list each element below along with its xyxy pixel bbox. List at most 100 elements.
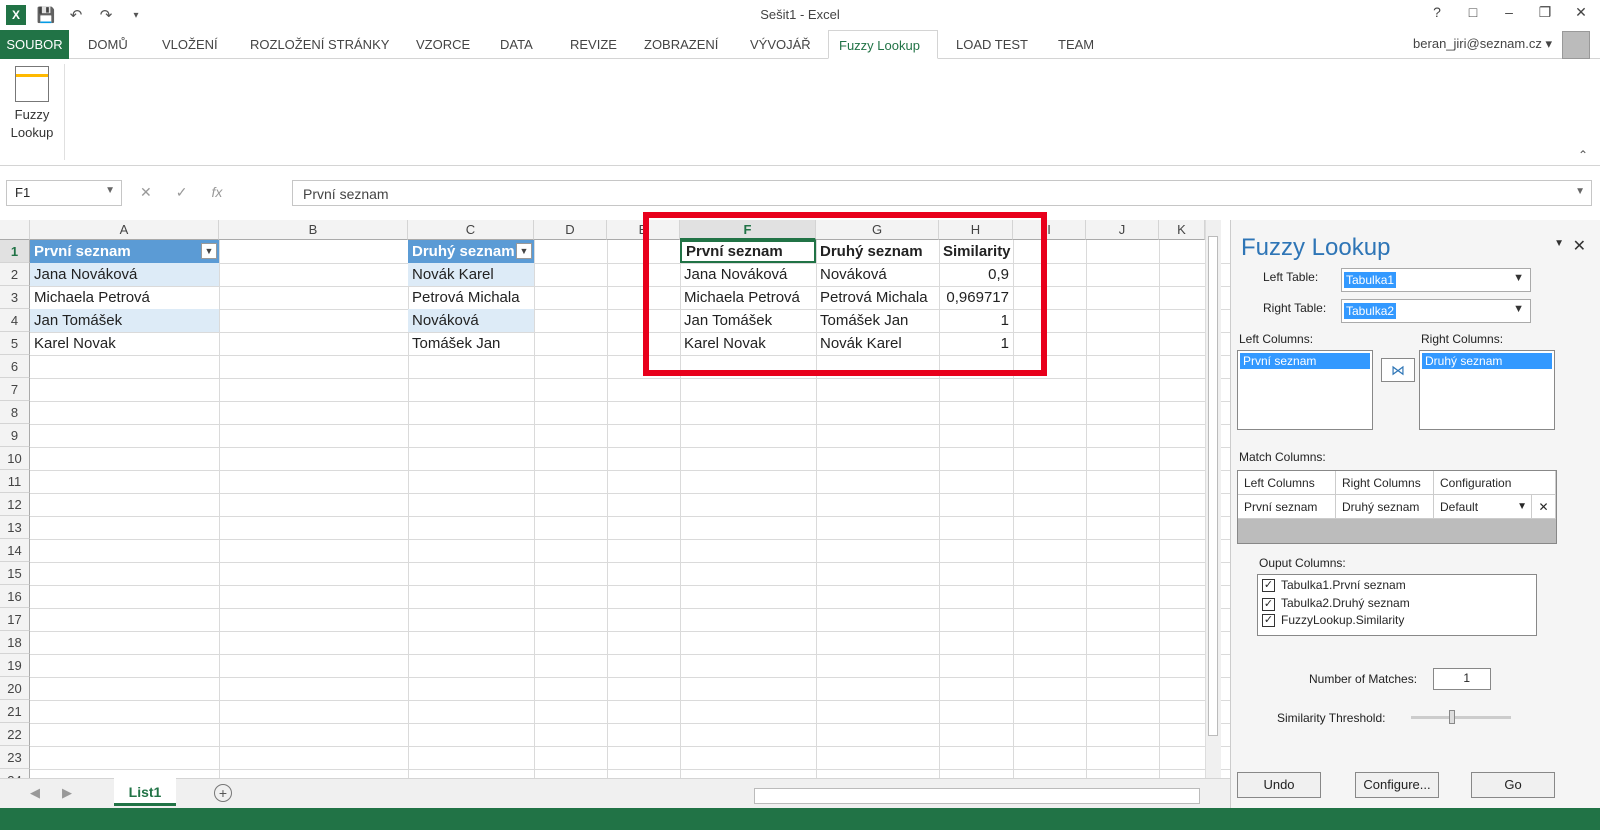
tab-vyvojar[interactable]: VÝVOJÁŘ (740, 30, 821, 59)
row-header[interactable]: 19 (0, 654, 30, 677)
pane-close-icon[interactable]: ✕ (1573, 236, 1586, 256)
table2-header[interactable]: Druhý seznam ▼ (408, 240, 534, 263)
row-header[interactable]: 23 (0, 746, 30, 769)
tab-fuzzy-lookup[interactable]: Fuzzy Lookup (828, 30, 938, 59)
avatar[interactable] (1562, 31, 1590, 59)
ribbon-display-icon[interactable]: □ (1464, 4, 1482, 21)
tab-rozlozeni[interactable]: ROZLOŽENÍ STRÁNKY (240, 30, 399, 59)
row-header[interactable]: 16 (0, 585, 30, 608)
tab-data[interactable]: DATA (490, 30, 543, 59)
cancel-icon[interactable]: ✕ (140, 184, 152, 201)
col-header[interactable]: D (534, 220, 607, 240)
select-all[interactable] (0, 220, 30, 240)
enter-icon[interactable]: ✓ (176, 184, 188, 201)
col-header[interactable]: E (607, 220, 680, 240)
col-header[interactable]: J (1086, 220, 1159, 240)
left-table-select[interactable]: Tabulka1 ▼ (1341, 268, 1531, 292)
worksheet-grid[interactable]: A B C D E F G H I J K 1 2 3 4 5 6 7 8 9 … (0, 220, 1232, 796)
result-header[interactable]: Druhý seznam (816, 240, 939, 263)
row-header[interactable]: 12 (0, 493, 30, 516)
output-columns-list[interactable]: ✓ Tabulka1.První seznam ✓ Tabulka2.Druhý s… (1257, 574, 1537, 636)
result-cell[interactable]: 1 (939, 309, 1013, 332)
threshold-slider-thumb[interactable] (1449, 710, 1455, 724)
row-header[interactable]: 1 (0, 240, 30, 263)
table2-cell[interactable]: Petrová Michala (408, 286, 534, 309)
tab-soubor[interactable]: SOUBOR (0, 30, 69, 59)
threshold-slider[interactable] (1411, 716, 1511, 719)
result-cell[interactable]: 0,969717 (939, 286, 1013, 309)
expand-formula-icon[interactable]: ▼ (1575, 186, 1585, 197)
col-header[interactable]: B (219, 220, 408, 240)
row-header[interactable]: 22 (0, 723, 30, 746)
checkbox-checked-icon[interactable]: ✓ (1262, 613, 1275, 627)
left-columns-item[interactable]: První seznam (1240, 353, 1370, 369)
right-columns-list[interactable]: Druhý seznam (1419, 350, 1555, 430)
row-header[interactable]: 6 (0, 355, 30, 378)
pane-options-icon[interactable]: ▼ (1554, 238, 1564, 249)
name-box[interactable]: F1 ▼ (6, 180, 122, 206)
insert-function-icon[interactable]: fx (211, 184, 222, 201)
table1-cell[interactable]: Jana Nováková (30, 263, 219, 286)
result-cell[interactable]: Michaela Petrová (680, 286, 816, 309)
checkbox-checked-icon[interactable]: ✓ (1262, 597, 1275, 611)
checkbox-checked-icon[interactable]: ✓ (1262, 579, 1275, 593)
table2-cell[interactable]: Tomášek Jan (408, 332, 534, 355)
vertical-scroll-thumb[interactable] (1208, 236, 1218, 736)
row-header[interactable]: 5 (0, 332, 30, 355)
result-cell[interactable]: Jana Nováková (680, 263, 816, 286)
help-icon[interactable]: ? (1428, 4, 1446, 21)
col-header[interactable]: H (939, 220, 1013, 240)
formula-input[interactable]: První seznam ▼ (292, 180, 1592, 206)
minimize-icon[interactable]: – (1500, 4, 1518, 21)
filter-dropdown-icon[interactable]: ▼ (516, 243, 532, 259)
tab-revize[interactable]: REVIZE (560, 30, 627, 59)
row-header[interactable]: 3 (0, 286, 30, 309)
right-columns-item[interactable]: Druhý seznam (1422, 353, 1552, 369)
col-header[interactable]: F (680, 220, 816, 240)
col-header[interactable]: A (30, 220, 219, 240)
row-header[interactable]: 10 (0, 447, 30, 470)
result-cell[interactable]: Jan Tomášek (680, 309, 816, 332)
go-button[interactable]: Go (1471, 772, 1555, 798)
table2-cell[interactable]: Nováková (408, 309, 534, 332)
output-column-item[interactable]: ✓ Tabulka2.Druhý seznam (1258, 595, 1536, 611)
collapse-ribbon-icon[interactable]: ⌃ (1578, 148, 1588, 162)
tab-team[interactable]: TEAM (1048, 30, 1104, 59)
result-cell[interactable]: Novák Karel (816, 332, 939, 355)
add-sheet-icon[interactable]: + (214, 784, 232, 802)
filter-dropdown-icon[interactable]: ▼ (201, 243, 217, 259)
row-header[interactable]: 13 (0, 516, 30, 539)
result-cell[interactable]: Tomášek Jan (816, 309, 939, 332)
row-header[interactable]: 14 (0, 539, 30, 562)
row-header[interactable]: 20 (0, 677, 30, 700)
table2-cell[interactable]: Novák Karel (408, 263, 534, 286)
result-cell[interactable]: Petrová Michala (816, 286, 939, 309)
output-column-item[interactable]: ✓ Tabulka1.První seznam (1258, 575, 1536, 595)
user-account[interactable]: beran_jiri@seznam.cz ▾ (1413, 36, 1552, 52)
restore-icon[interactable]: ❐ (1536, 4, 1554, 21)
row-header[interactable]: 17 (0, 608, 30, 631)
table1-cell[interactable]: Jan Tomášek (30, 309, 219, 332)
row-header[interactable]: 8 (0, 401, 30, 424)
row-header[interactable]: 7 (0, 378, 30, 401)
prev-sheet-icon[interactable]: ◀ (30, 785, 40, 801)
tab-domu[interactable]: DOMŮ (78, 30, 138, 59)
close-icon[interactable]: ✕ (1572, 4, 1590, 21)
col-header[interactable]: I (1013, 220, 1086, 240)
right-table-select[interactable]: Tabulka2 ▼ (1341, 299, 1531, 323)
num-matches-stepper[interactable]: 1 (1433, 668, 1491, 690)
row-header[interactable]: 4 (0, 309, 30, 332)
undo-button[interactable]: Undo (1237, 772, 1321, 798)
row-header[interactable]: 15 (0, 562, 30, 585)
match-config-select[interactable]: Default ▼ (1434, 495, 1532, 519)
output-column-item[interactable]: ✓ FuzzyLookup.Similarity (1258, 612, 1536, 628)
result-header[interactable]: Similarity (939, 240, 1013, 263)
row-header[interactable]: 11 (0, 470, 30, 493)
tab-zobrazeni[interactable]: ZOBRAZENÍ (634, 30, 728, 59)
table1-cell[interactable]: Michaela Petrová (30, 286, 219, 309)
tab-vzorce[interactable]: VZORCE (406, 30, 480, 59)
next-sheet-icon[interactable]: ▶ (62, 785, 72, 801)
remove-match-icon[interactable]: ✕ (1532, 495, 1556, 519)
col-header[interactable]: K (1159, 220, 1205, 240)
match-left-cell[interactable]: První seznam (1238, 495, 1336, 519)
